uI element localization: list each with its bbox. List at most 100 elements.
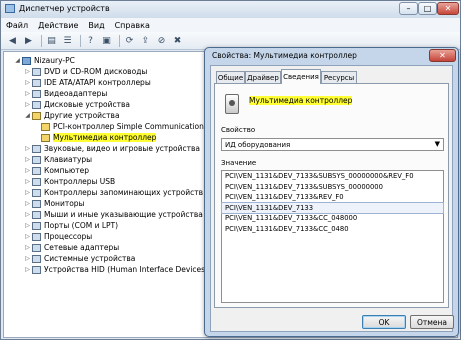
property-select[interactable]: ИД оборудования ▼ — [221, 138, 444, 151]
ide-controller-icon — [32, 78, 41, 87]
chevron-down-icon[interactable]: ▼ — [435, 140, 440, 148]
expand-icon[interactable]: ▷ — [24, 189, 31, 196]
list-item[interactable]: PCI\VEN_1131&DEV_7133&CC_048000 — [222, 213, 443, 224]
dialog-close-button[interactable]: ✕ — [429, 49, 456, 62]
tree-item[interactable]: ▷ Устройства HID (Human Interface Devices… — [24, 264, 208, 275]
device-manager-icon — [5, 4, 15, 13]
tree-item[interactable]: PCI-контроллер Simple Communications — [40, 121, 208, 132]
tab-details[interactable]: Сведения — [281, 69, 321, 84]
expand-icon[interactable]: ▷ — [24, 156, 31, 163]
menu-bar: Файл Действие Вид Справка — [1, 18, 460, 32]
back-icon[interactable]: ◀ — [6, 35, 19, 47]
tree-item[interactable]: ▷ Контроллеры запоминающих устройств — [24, 187, 203, 198]
tree-item-label: Процессоры — [44, 232, 93, 241]
expand-icon[interactable]: ▷ — [24, 200, 31, 207]
expand-icon[interactable]: ▷ — [24, 222, 31, 229]
list-item[interactable]: PCI\VEN_1131&DEV_7133&REV_F0 — [222, 192, 443, 203]
maximize-button[interactable]: □ — [418, 2, 437, 15]
tree-item-label: PCI-контроллер Simple Communications — [53, 122, 208, 131]
expand-icon[interactable]: ▷ — [24, 167, 31, 174]
monitor-icon — [32, 199, 41, 208]
value-list[interactable]: PCI\VEN_1131&DEV_7133&SUBSYS_00000000&RE… — [221, 170, 444, 303]
tree-item[interactable]: ▷ Порты (COM и LPT) — [24, 220, 118, 231]
tree-item[interactable]: ▷ IDE ATA/ATAPI контроллеры — [24, 77, 151, 88]
expand-icon[interactable]: ▷ — [24, 255, 31, 262]
view-icon[interactable]: ▣ — [100, 35, 113, 47]
help-icon[interactable]: ? — [84, 35, 97, 47]
list-item[interactable]: PCI\VEN_1131&DEV_7133&SUBSYS_00000000 — [222, 182, 443, 193]
tree-item-label: Сетевые адаптеры — [44, 243, 120, 252]
tree-item[interactable]: ▷ DVD и CD-ROM дисководы — [24, 66, 147, 77]
tree-item[interactable]: ▷ Видеоадаптеры — [24, 88, 107, 99]
forward-icon[interactable]: ▶ — [22, 35, 35, 47]
window-title: Диспетчер устройств — [19, 4, 110, 13]
tree-item[interactable]: ▷ Системные устройства — [24, 253, 135, 264]
tree-item-label: Видеоадаптеры — [44, 89, 108, 98]
computer-icon — [22, 56, 31, 65]
tree-item-selected[interactable]: Мультимедиа контроллер — [40, 132, 157, 143]
menu-action[interactable]: Действие — [38, 21, 78, 30]
port-icon — [32, 221, 41, 230]
expand-icon[interactable]: ▷ — [24, 79, 31, 86]
disable-icon[interactable]: ⊘ — [155, 35, 168, 47]
menu-help[interactable]: Справка — [115, 21, 150, 30]
expand-icon[interactable]: ▷ — [24, 211, 31, 218]
value-label: Значение — [221, 159, 257, 167]
list-item-selected[interactable]: PCI\VEN_1131&DEV_7133 — [221, 201, 444, 214]
tree-item[interactable]: ◢ Другие устройства — [24, 110, 119, 121]
tree-item[interactable]: ▷ Процессоры — [24, 231, 92, 242]
computer-icon — [32, 166, 41, 175]
scan-icon[interactable]: ⟳ — [123, 35, 136, 47]
expand-icon[interactable]: ▷ — [24, 244, 31, 251]
other-devices-icon — [32, 111, 41, 120]
ok-button[interactable]: OK — [362, 315, 406, 329]
tree-root[interactable]: ◢ Nizaury-PC — [14, 55, 75, 66]
tree-item[interactable]: ▷ Дисковые устройства — [24, 99, 130, 110]
collapse-icon[interactable]: ◢ — [14, 57, 21, 64]
expand-icon[interactable]: ▷ — [24, 101, 31, 108]
keyboard-icon — [32, 155, 41, 164]
tree-item[interactable]: ▷ Клавиатуры — [24, 154, 92, 165]
toolbar-separator — [41, 34, 42, 47]
property-label: Свойство — [221, 126, 256, 134]
tree-item-label: Звуковые, видео и игровые устройства — [44, 144, 201, 153]
tree-item[interactable]: ▷ Мыши и иные указывающие устройства — [24, 209, 203, 220]
minimize-button[interactable]: – — [399, 2, 418, 15]
dialog-body: Общие Драйвер Сведения Ресурсы Мультимед… — [210, 65, 454, 332]
expand-icon[interactable]: ▷ — [24, 145, 31, 152]
update-driver-icon[interactable]: ⇪ — [139, 35, 152, 47]
tree-item-label: IDE ATA/ATAPI контроллеры — [44, 78, 151, 87]
tree-item[interactable]: ▷ Компьютер — [24, 165, 89, 176]
tree-item-label: Порты (COM и LPT) — [44, 221, 119, 230]
tree-item[interactable]: ▷ Мониторы — [24, 198, 84, 209]
close-button[interactable]: ✕ — [437, 2, 459, 15]
system-device-icon — [32, 254, 41, 263]
tree-item[interactable]: ▷ Контроллеры USB — [24, 176, 115, 187]
expand-icon[interactable]: ▷ — [24, 90, 31, 97]
property-select-value: ИД оборудования — [225, 140, 291, 149]
menu-file[interactable]: Файл — [6, 21, 28, 30]
uninstall-icon[interactable]: ✖ — [171, 35, 184, 47]
list-item[interactable]: PCI\VEN_1131&DEV_7133&SUBSYS_00000000&RE… — [222, 171, 443, 182]
tab-driver[interactable]: Драйвер — [245, 71, 281, 83]
properties-icon[interactable]: ▤ — [45, 35, 58, 47]
tree-item[interactable]: ▷ Сетевые адаптеры — [24, 242, 119, 253]
list-icon[interactable]: ☰ — [61, 35, 74, 47]
tree-item-label: Контроллеры запоминающих устройств — [44, 188, 204, 197]
menu-view[interactable]: Вид — [88, 21, 104, 30]
collapse-icon[interactable]: ◢ — [24, 112, 31, 119]
tree-item[interactable]: ▷ Звуковые, видео и игровые устройства — [24, 143, 200, 154]
expand-icon[interactable]: ▷ — [24, 266, 31, 273]
cancel-button[interactable]: Отмена — [410, 315, 454, 329]
multimedia-device-icon — [225, 94, 239, 114]
list-item[interactable]: PCI\VEN_1131&DEV_7133&CC_0480 — [222, 224, 443, 235]
tab-resources[interactable]: Ресурсы — [321, 71, 357, 83]
warning-device-icon — [41, 133, 50, 142]
expand-icon[interactable]: ▷ — [24, 178, 31, 185]
tab-general[interactable]: Общие — [216, 71, 245, 83]
processor-icon — [32, 232, 41, 241]
storage-controller-icon — [32, 188, 41, 197]
title-bar[interactable]: Диспетчер устройств – □ ✕ — [1, 1, 460, 18]
expand-icon[interactable]: ▷ — [24, 68, 31, 75]
expand-icon[interactable]: ▷ — [24, 233, 31, 240]
